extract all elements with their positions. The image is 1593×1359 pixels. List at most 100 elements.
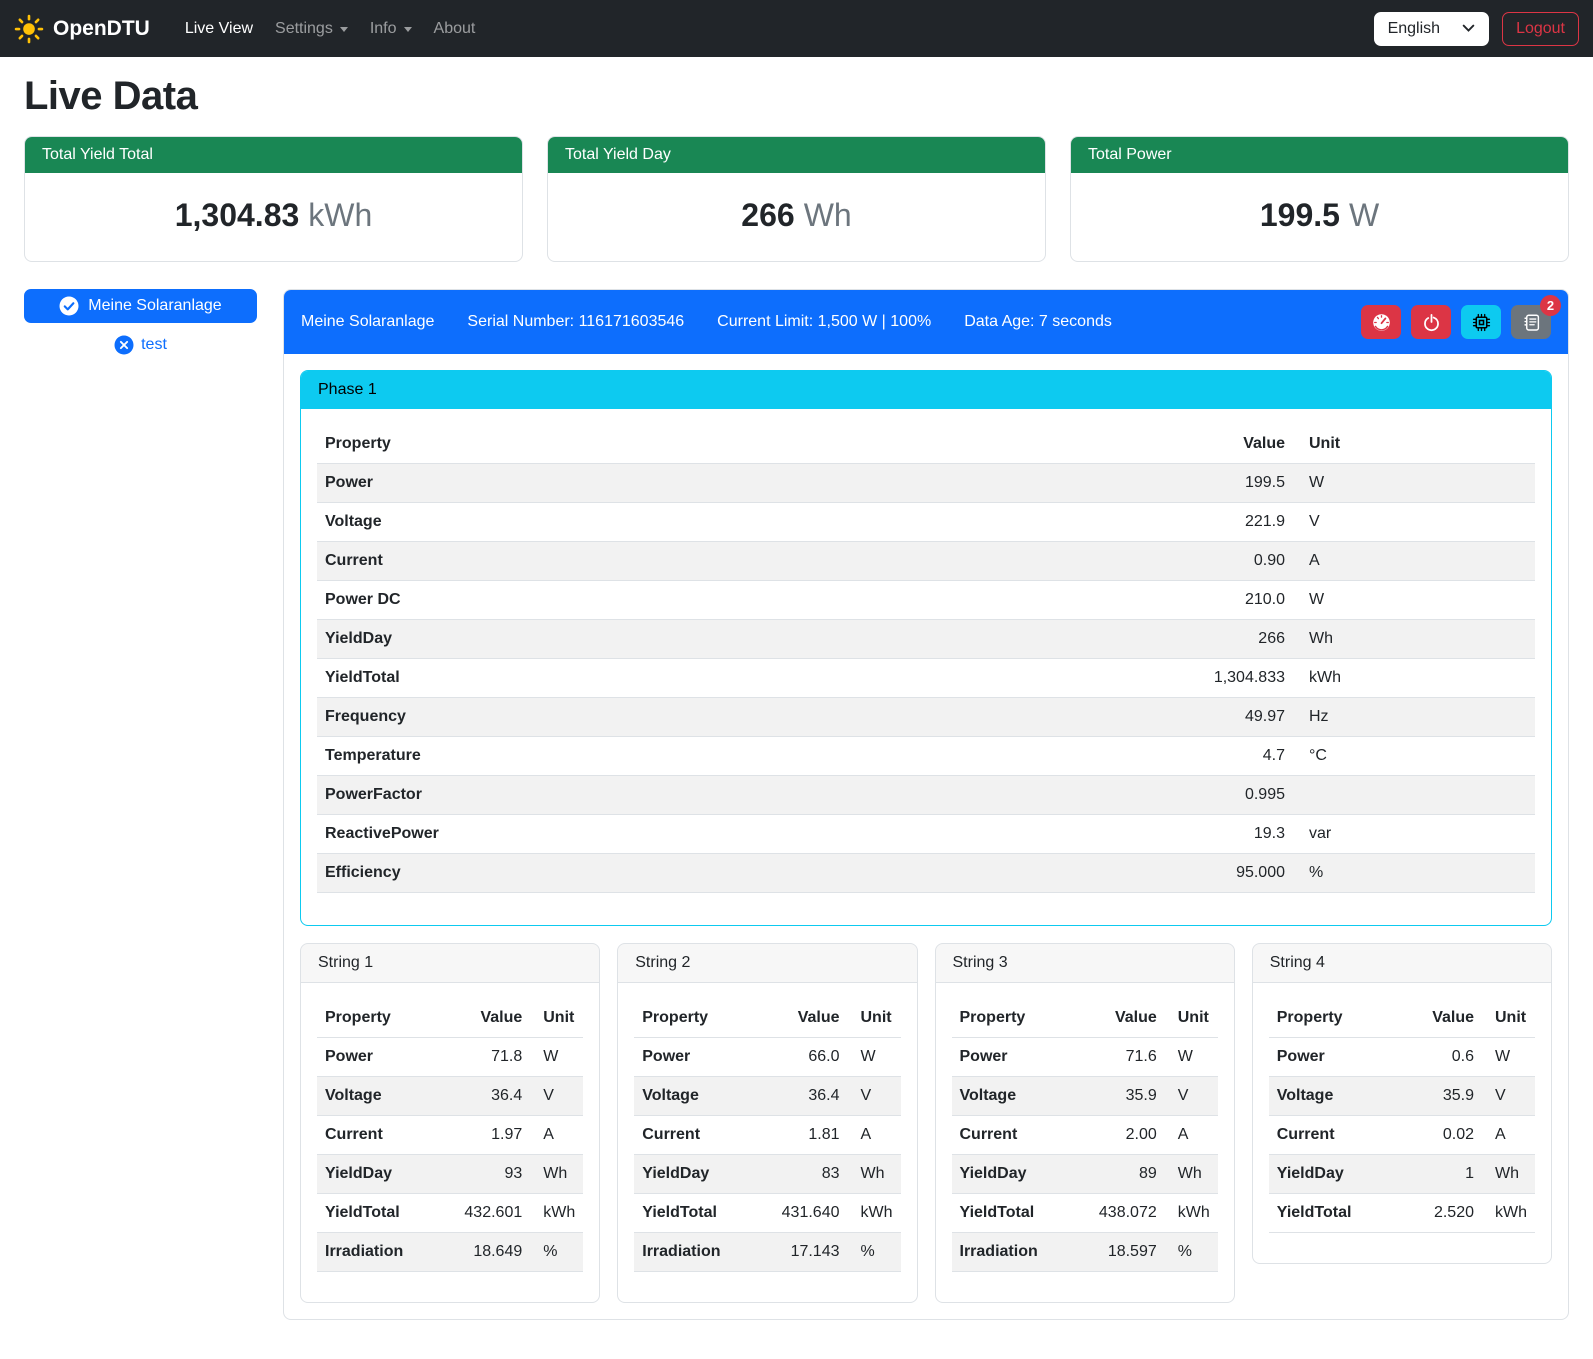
table-row: Current0.90A — [317, 542, 1535, 581]
power-icon — [1422, 313, 1441, 332]
table-row: Irradiation17.143% — [634, 1233, 900, 1272]
property-cell: PowerFactor — [317, 776, 1188, 815]
logout-button[interactable]: Logout — [1502, 12, 1579, 46]
nav-item-live-view[interactable]: Live View — [174, 12, 264, 46]
column-header-property: Property — [952, 999, 1077, 1038]
nav-links: Live View Settings Info About — [174, 12, 1374, 46]
table-row: Irradiation18.649% — [317, 1233, 583, 1272]
strings-row: String 1 Property Value Unit — [300, 943, 1552, 1303]
inverter-select-button[interactable]: Meine Solaranlage — [24, 289, 257, 323]
value-cell: 0.995 — [1188, 776, 1293, 815]
nav-item-label: Settings — [275, 20, 333, 38]
nav-item-label: Info — [370, 20, 397, 38]
property-cell: Voltage — [317, 1077, 442, 1116]
nav-item-settings[interactable]: Settings — [264, 12, 359, 46]
column-header-value: Value — [442, 999, 530, 1038]
value-cell: 66.0 — [760, 1038, 848, 1077]
value-cell: 1.81 — [760, 1116, 848, 1155]
table-row: Efficiency95.000% — [317, 854, 1535, 893]
language-selected-value: English — [1388, 20, 1440, 38]
phase-table: Property Value Unit Power199.5WVoltage22… — [317, 425, 1535, 893]
unit-cell: W — [530, 1038, 583, 1077]
value-cell: 89 — [1077, 1155, 1165, 1194]
property-cell: Voltage — [317, 503, 1188, 542]
page-title: Live Data — [24, 74, 1569, 119]
cpu-icon — [1472, 313, 1491, 332]
table-row: Current1.81A — [634, 1116, 900, 1155]
string-3-card: String 3 Property Value Unit — [935, 943, 1235, 1303]
sidebar-item-test[interactable]: test — [24, 335, 257, 355]
value-cell: 1 — [1394, 1155, 1482, 1194]
inverter-panel-actions: 2 — [1361, 305, 1551, 339]
string-2-card: String 2 Property Value Unit — [617, 943, 917, 1303]
property-cell: YieldDay — [317, 1155, 442, 1194]
unit-cell: °C — [1293, 737, 1535, 776]
card-title: Total Yield Total — [25, 137, 522, 173]
limit-settings-button[interactable] — [1361, 305, 1401, 339]
unit-cell: kWh — [1165, 1194, 1218, 1233]
value-cell: 35.9 — [1077, 1077, 1165, 1116]
unit-cell: % — [1293, 854, 1535, 893]
string-card-body: Property Value Unit Power71.6WVoltage35.… — [936, 983, 1234, 1302]
device-info-button[interactable] — [1461, 305, 1501, 339]
string-card-title: String 3 — [936, 944, 1234, 983]
string-table: Property Value Unit Power71.8WVoltage36.… — [317, 999, 583, 1272]
table-row: Frequency49.97Hz — [317, 698, 1535, 737]
inverter-limit: Current Limit: 1,500 W | 100% — [717, 313, 931, 331]
property-cell: YieldTotal — [1269, 1194, 1394, 1233]
inverter-sidebar: Meine Solaranlage test — [24, 289, 257, 355]
table-row: YieldTotal1,304.833kWh — [317, 659, 1535, 698]
table-row: YieldTotal432.601kWh — [317, 1194, 583, 1233]
main-content: Live Data Total Yield Total 1,304.83kWh … — [24, 74, 1569, 1334]
string-card-title: String 1 — [301, 944, 599, 983]
column-header-property: Property — [317, 425, 1188, 464]
column-header-value: Value — [1394, 999, 1482, 1038]
property-cell: Current — [952, 1116, 1077, 1155]
unit-cell: A — [1482, 1116, 1535, 1155]
chevron-down-icon — [404, 27, 412, 32]
property-cell: Voltage — [634, 1077, 759, 1116]
phase-card-body: Property Value Unit Power199.5WVoltage22… — [301, 409, 1551, 925]
string-1-card: String 1 Property Value Unit — [300, 943, 600, 1303]
language-select[interactable]: English — [1374, 12, 1489, 46]
sun-icon — [14, 14, 44, 44]
value-cell: 95.000 — [1188, 854, 1293, 893]
card-body: 199.5W — [1071, 173, 1568, 261]
brand[interactable]: OpenDTU — [14, 14, 150, 44]
check-circle-icon — [59, 296, 79, 316]
column-header-unit: Unit — [1165, 999, 1218, 1038]
string-table: Property Value Unit Power71.6WVoltage35.… — [952, 999, 1218, 1272]
property-cell: Efficiency — [317, 854, 1188, 893]
value-cell: 431.640 — [760, 1194, 848, 1233]
unit-cell: V — [1165, 1077, 1218, 1116]
chevron-down-icon — [340, 27, 348, 32]
event-log-button[interactable]: 2 — [1511, 305, 1551, 339]
nav-item-about[interactable]: About — [423, 12, 487, 46]
navbar: OpenDTU Live View Settings Info About En… — [0, 0, 1593, 57]
card-unit: kWh — [308, 197, 372, 233]
value-cell: 1.97 — [442, 1116, 530, 1155]
unit-cell: Wh — [1165, 1155, 1218, 1194]
table-row: Power66.0W — [634, 1038, 900, 1077]
property-cell: Power — [1269, 1038, 1394, 1077]
column-header-value: Value — [1188, 425, 1293, 464]
property-cell: YieldDay — [1269, 1155, 1394, 1194]
table-row: Temperature4.7°C — [317, 737, 1535, 776]
table-header-row: Property Value Unit — [1269, 999, 1535, 1038]
total-yield-day-card: Total Yield Day 266Wh — [547, 136, 1046, 262]
card-body: 266Wh — [548, 173, 1045, 261]
power-control-button[interactable] — [1411, 305, 1451, 339]
table-row: Current2.00A — [952, 1116, 1218, 1155]
property-cell: Power — [634, 1038, 759, 1077]
table-row: YieldDay266Wh — [317, 620, 1535, 659]
unit-cell: W — [1482, 1038, 1535, 1077]
nav-item-info[interactable]: Info — [359, 12, 423, 46]
value-cell: 438.072 — [1077, 1194, 1165, 1233]
value-cell: 36.4 — [760, 1077, 848, 1116]
column-header-unit: Unit — [1482, 999, 1535, 1038]
unit-cell: Hz — [1293, 698, 1535, 737]
table-header-row: Property Value Unit — [317, 999, 583, 1038]
value-cell: 199.5 — [1188, 464, 1293, 503]
column-header-property: Property — [317, 999, 442, 1038]
property-cell: Power — [952, 1038, 1077, 1077]
